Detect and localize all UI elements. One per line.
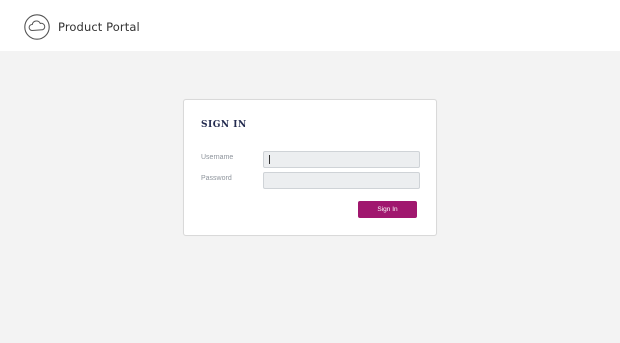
signin-title: SIGN IN <box>201 120 247 130</box>
username-input[interactable] <box>263 151 420 168</box>
cloud-icon <box>24 14 50 40</box>
signin-button[interactable]: Sign In <box>358 201 417 218</box>
header-bar: Product Portal <box>0 0 620 51</box>
password-label: Password <box>201 175 232 182</box>
username-label: Username <box>201 154 234 161</box>
signin-card: SIGN IN Username Password Sign In <box>183 99 437 236</box>
password-input[interactable] <box>263 172 420 189</box>
text-cursor <box>269 155 270 164</box>
app-title: Product Portal <box>58 20 140 34</box>
